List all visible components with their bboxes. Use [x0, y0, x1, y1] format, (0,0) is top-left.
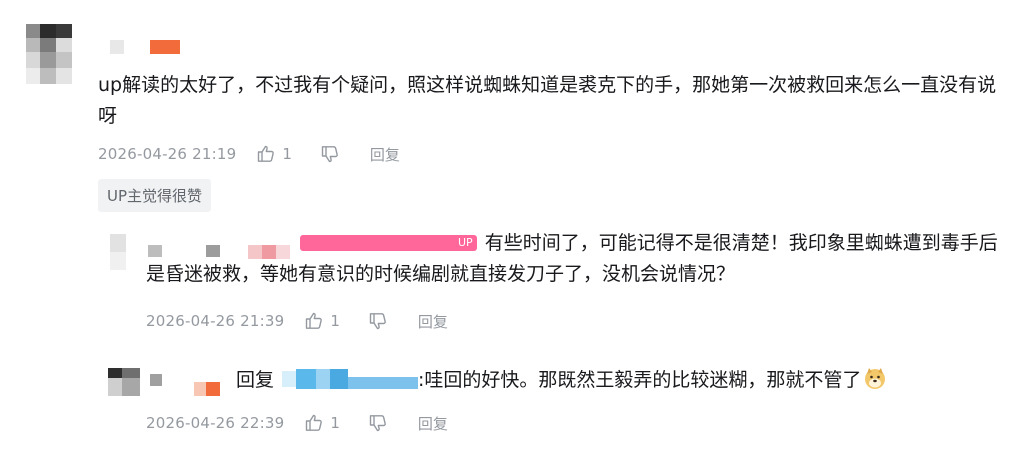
reply-meta: 2026-04-26 22:39 1 回复 [146, 412, 448, 434]
reply-to-prefix: 回复 [236, 369, 275, 391]
comment-text: up解读的太好了，不过我有个疑问，照这样说蜘蛛知道是裘克下的手，那她第一次被救回… [98, 74, 997, 127]
reply-button[interactable]: 回复 [418, 413, 448, 434]
reply-time: 2026-04-26 22:39 [146, 414, 285, 432]
avatar[interactable] [110, 234, 126, 270]
reply-content: :哇回的好快。那既然王毅弄的比较迷糊，那就不管了 [418, 369, 862, 391]
reply-text: 回复 :哇回的好快。那既然王毅弄的比较迷糊，那就不管了 [236, 365, 1016, 396]
thumbs-down-icon[interactable] [368, 413, 388, 433]
thumbs-up-icon[interactable] [304, 413, 324, 433]
thumbs-down-icon[interactable] [368, 311, 388, 331]
like-count: 1 [330, 312, 340, 330]
comment-time: 2026-04-26 21:19 [98, 145, 237, 163]
mentioned-username[interactable] [282, 369, 419, 389]
reply-meta: 2026-04-26 21:39 1 回复 [146, 310, 448, 332]
reply-button[interactable]: 回复 [370, 144, 400, 165]
reply-text: UP 有些时间了，可能记得不是很清楚！我印象里蜘蛛遭到毒手后是昏迷被救，等她有意识… [146, 228, 1006, 290]
up-liked-badge: UP主觉得很赞 [98, 179, 212, 212]
like-count: 1 [330, 414, 340, 432]
doge-emoji-icon [863, 366, 887, 390]
reply-content: 有些时间了，可能记得不是很清楚！我印象里蜘蛛遭到毒手后是昏迷被救，等她有意识的时… [146, 232, 998, 285]
reply-time: 2026-04-26 21:39 [146, 312, 285, 330]
comment-meta: 2026-04-26 21:19 1 回复 [98, 143, 400, 165]
thumbs-up-icon[interactable] [304, 311, 324, 331]
avatar[interactable] [26, 24, 72, 84]
up-tag: UP [300, 235, 477, 251]
reply-button[interactable]: 回复 [418, 311, 448, 332]
avatar[interactable] [108, 368, 140, 396]
thumbs-up-icon[interactable] [256, 144, 276, 164]
like-count: 1 [282, 145, 292, 163]
username[interactable] [150, 374, 225, 396]
username[interactable] [110, 40, 180, 54]
thumbs-down-icon[interactable] [320, 144, 340, 164]
